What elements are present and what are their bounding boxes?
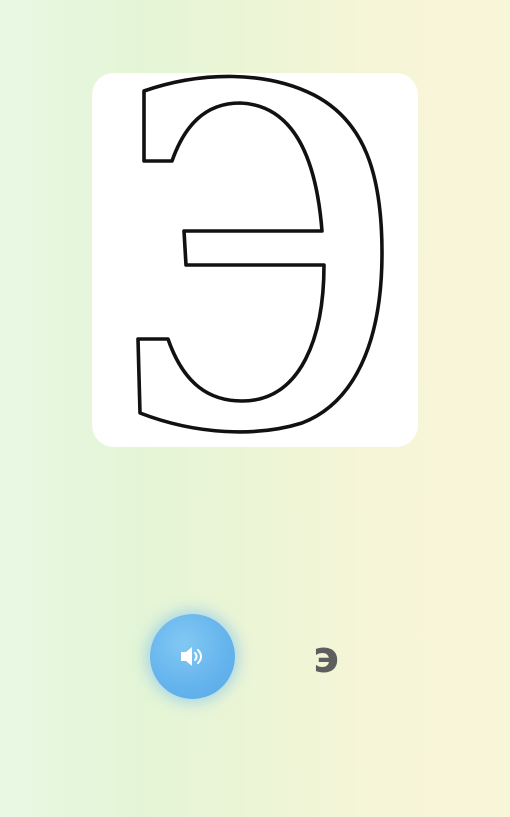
letter-label: э: [312, 632, 340, 683]
play-sound-button[interactable]: [150, 614, 235, 699]
letter-card: [92, 73, 418, 447]
cyrillic-e-outline-icon: [136, 74, 384, 434]
speaker-icon: [181, 647, 202, 666]
